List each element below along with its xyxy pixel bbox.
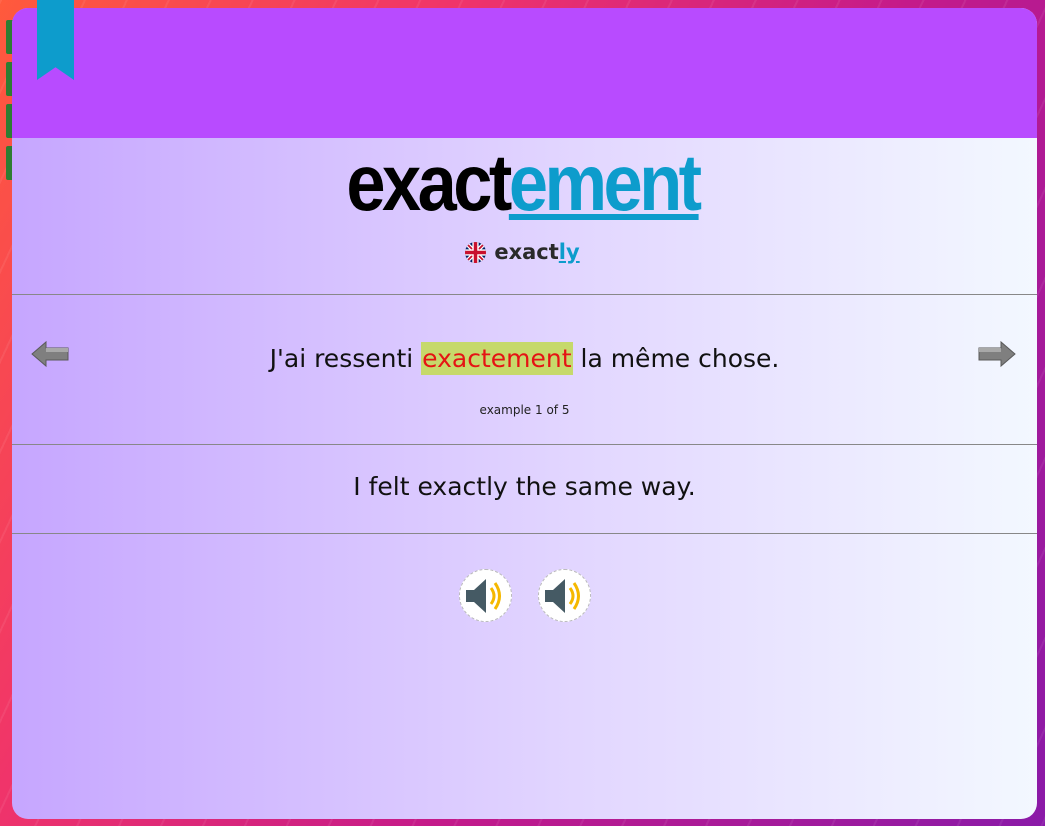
divider [12, 533, 1037, 534]
headword: exactement [63, 140, 983, 226]
divider [12, 294, 1037, 295]
play-french-audio-button[interactable] [458, 569, 512, 622]
example-sentence: J'ai ressenti exactement la même chose. [12, 342, 1037, 375]
arrow-right-icon[interactable] [977, 339, 1017, 369]
translation: exactly [0, 240, 1045, 264]
translation-stem: exact [494, 240, 559, 264]
english-sentence: I felt exactly the same way. [353, 472, 696, 501]
example-counter: example 1 of 5 [479, 403, 570, 417]
example-before: J'ai ressenti [269, 344, 422, 373]
speaker-icon [466, 578, 501, 613]
divider [12, 444, 1037, 445]
example-highlight: exactement [421, 342, 573, 375]
uk-flag-icon [465, 241, 487, 263]
headword-stem: exact [346, 138, 512, 227]
translation-word: exactly [494, 240, 579, 264]
example-after: la même chose. [572, 344, 780, 373]
translation-ending: ly [558, 240, 580, 264]
audio-controls [12, 569, 1037, 622]
card-header [12, 8, 1037, 138]
headword-ending: ement [508, 138, 702, 227]
play-english-audio-button[interactable] [537, 569, 591, 622]
speaker-icon [545, 578, 580, 613]
